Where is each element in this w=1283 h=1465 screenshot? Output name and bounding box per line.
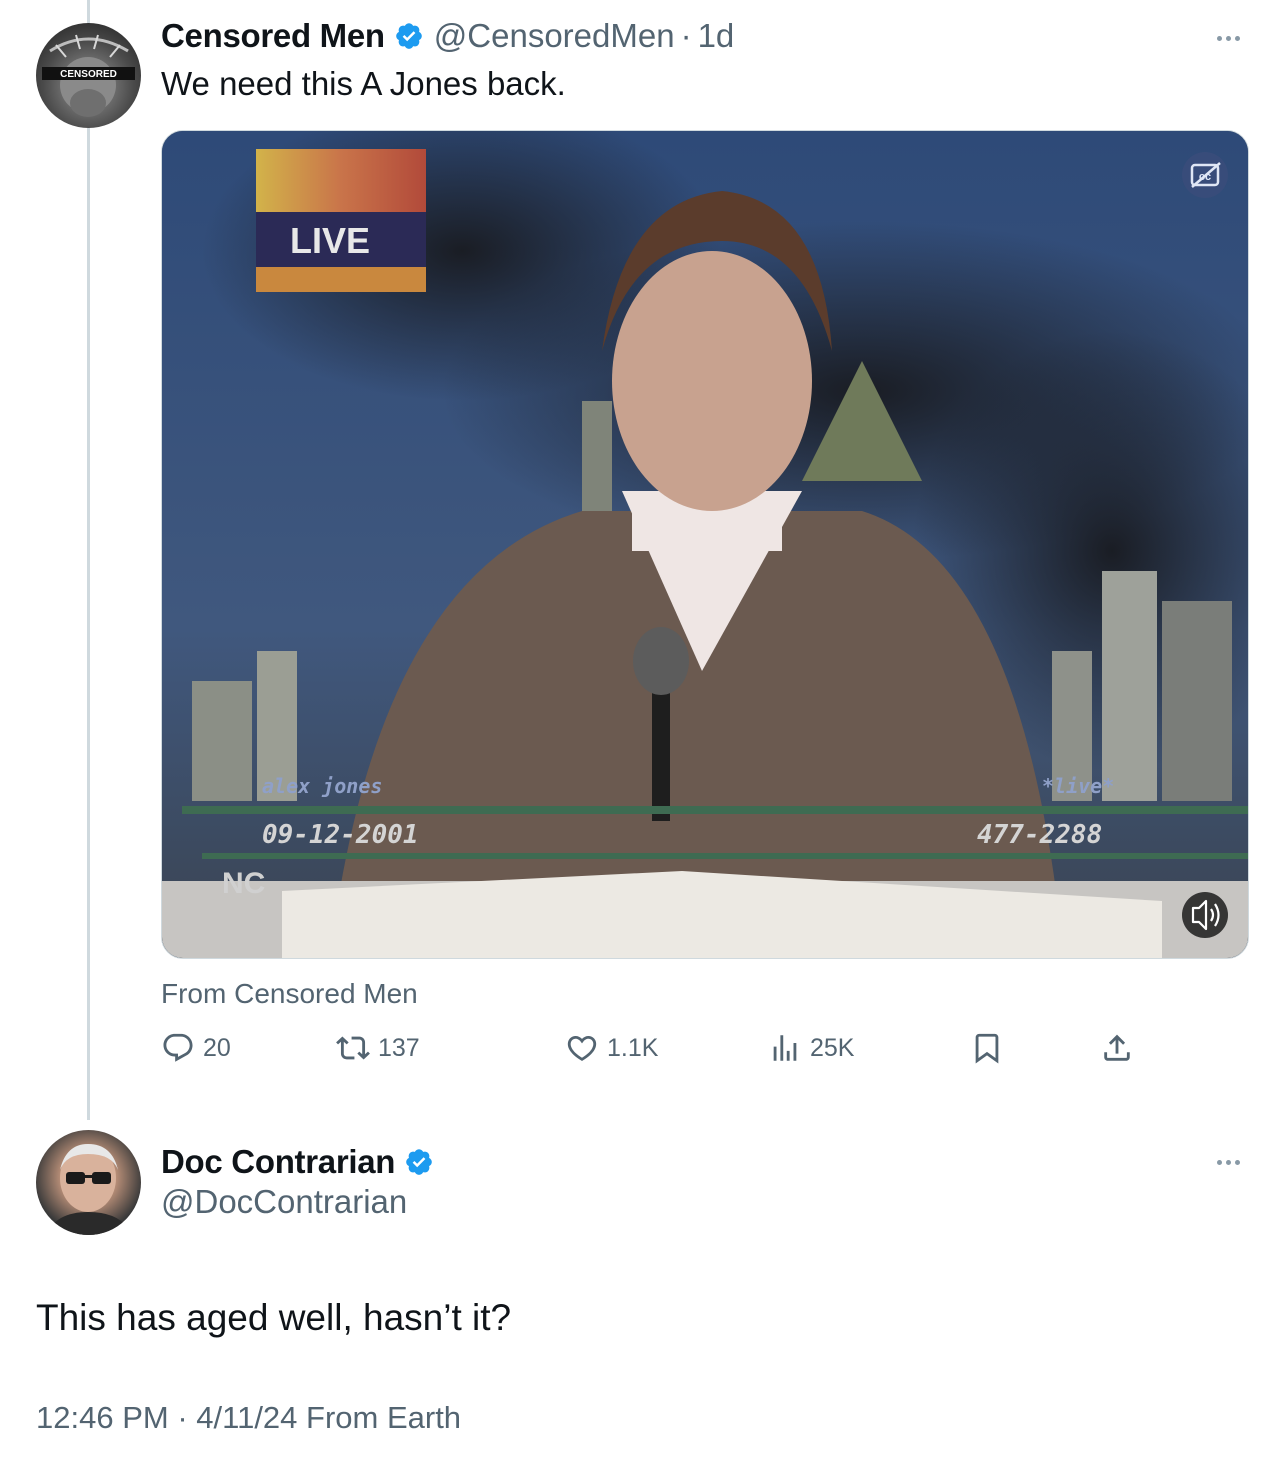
avatar-censored-label: CENSORED	[60, 69, 117, 80]
media-attribution[interactable]: From Censored Men	[161, 978, 418, 1010]
reply-author-display-name[interactable]: Doc Contrarian	[161, 1143, 395, 1181]
verified-badge-icon	[395, 23, 422, 49]
author-display-name[interactable]: Censored Men	[161, 17, 385, 55]
reply-count: 20	[203, 1033, 231, 1062]
share-icon	[1104, 1034, 1130, 1061]
tweet-more-options-icon[interactable]	[1217, 36, 1240, 41]
verified-badge-icon	[406, 1149, 432, 1175]
tweet-timestamp[interactable]: 1d	[698, 17, 735, 55]
reply-author-handle[interactable]: @DocContrarian	[161, 1183, 407, 1221]
reply-icon	[163, 1033, 193, 1062]
reply-time[interactable]: 12:46 PM	[36, 1400, 169, 1435]
tweet-text: We need this A Jones back.	[161, 65, 566, 102]
tweet-header: Censored Men @CensoredMen · 1d	[161, 16, 734, 56]
author-handle[interactable]: @CensoredMen	[434, 17, 675, 55]
lower-third-name: alex jones	[262, 774, 382, 798]
lower-third-date: 09-12-2001	[262, 820, 419, 850]
share-button[interactable]	[1100, 1031, 1134, 1065]
video-player[interactable]: LIVE alex jones 09-12-2001 *live* 477-22…	[161, 130, 1249, 959]
censored-men-avatar[interactable]: CENSORED	[36, 23, 141, 128]
bookmark-button[interactable]	[970, 1031, 1004, 1065]
repost-button[interactable]: 137	[336, 1031, 420, 1065]
lower-third-phone: 477-2288	[977, 820, 1102, 850]
reply-date-source: 4/11/24 From Earth	[196, 1400, 462, 1435]
doc-contrarian-avatar[interactable]	[36, 1130, 141, 1235]
reply-header: Doc Contrarian	[161, 1142, 434, 1182]
reply-text: This has aged well, hasn’t it?	[36, 1297, 512, 1338]
header-separator: ·	[680, 17, 692, 54]
bookmark-icon	[975, 1033, 999, 1064]
reply-meta: 12:46 PM · 4/11/24 From Earth	[36, 1400, 461, 1436]
thread-connector-line	[87, 0, 90, 1120]
like-button[interactable]: 1.1K	[565, 1031, 658, 1065]
heart-icon	[567, 1035, 597, 1061]
views-chart-icon	[773, 1035, 797, 1061]
reply-meta-separator: ·	[177, 1400, 188, 1435]
captions-off-button[interactable]: cc	[1182, 152, 1228, 198]
views-button[interactable]: 25K	[768, 1031, 854, 1065]
like-count: 1.1K	[607, 1033, 659, 1062]
repost-count: 137	[378, 1033, 420, 1062]
video-frame: LIVE alex jones 09-12-2001 *live* 477-22…	[162, 131, 1248, 958]
lower-third-live: *live*	[1042, 774, 1114, 798]
speaker-icon[interactable]	[1182, 892, 1228, 938]
reply-button[interactable]: 20	[161, 1031, 231, 1065]
live-banner-text: LIVE	[290, 220, 370, 261]
corner-station-text: NC	[222, 867, 265, 900]
reply-more-options-icon[interactable]	[1217, 1160, 1240, 1165]
view-count: 25K	[810, 1033, 855, 1062]
repost-icon	[336, 1036, 370, 1060]
